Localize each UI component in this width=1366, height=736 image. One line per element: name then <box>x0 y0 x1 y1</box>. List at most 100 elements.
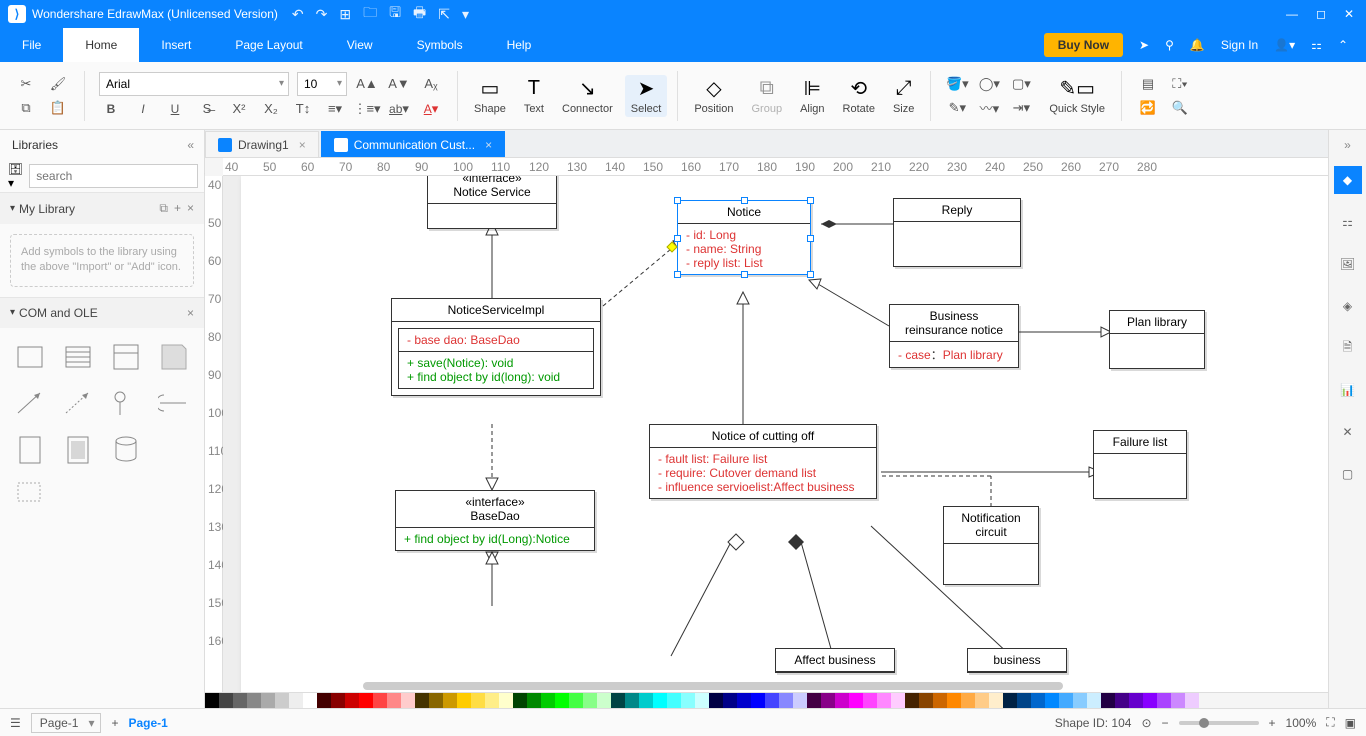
canvas[interactable]: «interface»Notice Service NoticeServiceI… <box>223 176 1328 692</box>
rt-image-icon[interactable]: 🖼 <box>1334 250 1362 278</box>
fullscreen-icon[interactable]: ▣ <box>1345 716 1356 730</box>
color-swatch[interactable] <box>541 693 555 708</box>
color-swatch[interactable] <box>583 693 597 708</box>
bold-button[interactable]: B <box>99 98 123 120</box>
color-swatch[interactable] <box>891 693 905 708</box>
color-swatch[interactable] <box>807 693 821 708</box>
save-icon[interactable]: 🖫 <box>389 2 401 26</box>
text-tool[interactable]: TText <box>518 75 550 117</box>
color-swatch[interactable] <box>289 693 303 708</box>
doc-tab-drawing1[interactable]: Drawing1× <box>205 131 319 157</box>
color-swatch[interactable] <box>919 693 933 708</box>
color-swatch[interactable] <box>1031 693 1045 708</box>
rt-shuffle-icon[interactable]: ✕ <box>1334 418 1362 446</box>
export-icon[interactable]: ⇱ <box>438 6 450 23</box>
zoom-slider[interactable] <box>1179 721 1259 725</box>
uml-plan-library[interactable]: Plan library <box>1109 310 1205 369</box>
add-page-icon[interactable]: + <box>111 716 118 730</box>
underline-button[interactable]: U <box>163 98 187 120</box>
print-icon[interactable]: 🖶 <box>413 2 426 26</box>
redo-icon[interactable]: ↷ <box>316 6 328 23</box>
rt-grid-icon[interactable]: ⚏ <box>1334 208 1362 236</box>
expand-right-icon[interactable]: » <box>1342 138 1354 152</box>
color-swatch[interactable] <box>905 693 919 708</box>
font-family-combo[interactable]: Arial▾ <box>99 72 289 96</box>
tab2-close-icon[interactable]: × <box>485 138 492 152</box>
quick-style-button[interactable]: ✎▭Quick Style <box>1043 75 1111 117</box>
color-swatch[interactable] <box>779 693 793 708</box>
import-icon[interactable]: ⧉ <box>159 201 168 216</box>
group-button[interactable]: ⧉Group <box>745 75 788 117</box>
shape-stripes[interactable] <box>58 338 98 376</box>
crop-icon[interactable]: ⛶▾ <box>1168 73 1192 95</box>
rotate-button[interactable]: ⟲Rotate <box>837 75 881 117</box>
color-swatch[interactable] <box>1157 693 1171 708</box>
paste-icon[interactable]: 📋 <box>46 97 70 119</box>
library-picker-icon[interactable]: 🗄▾ <box>8 165 23 187</box>
fit-page-icon[interactable]: ⛶ <box>1326 715 1334 730</box>
text-direction-icon[interactable]: T↕ <box>291 98 315 120</box>
color-swatch[interactable] <box>233 693 247 708</box>
color-swatch[interactable] <box>793 693 807 708</box>
circle-style-icon[interactable]: ◯▾ <box>977 73 1001 95</box>
layers-icon[interactable]: ▤ <box>1136 73 1160 95</box>
color-swatch[interactable] <box>961 693 975 708</box>
outline-icon[interactable]: ☰ <box>10 716 21 730</box>
page-surface[interactable]: «interface»Notice Service NoticeServiceI… <box>241 176 1328 692</box>
tab1-close-icon[interactable]: × <box>299 138 306 152</box>
uml-failure-list[interactable]: Failure list <box>1093 430 1187 499</box>
play-icon[interactable]: ⊙ <box>1141 716 1151 730</box>
color-swatch[interactable] <box>737 693 751 708</box>
color-swatch[interactable] <box>639 693 653 708</box>
italic-button[interactable]: I <box>131 98 155 120</box>
notify-icon[interactable]: 🔔 <box>1190 38 1205 52</box>
color-swatch[interactable] <box>695 693 709 708</box>
new-icon[interactable]: ⊞ <box>339 6 351 23</box>
shape-cylinder[interactable] <box>106 430 146 468</box>
uml-notification-circuit[interactable]: Notification circuit <box>943 506 1039 585</box>
color-swatch[interactable] <box>317 693 331 708</box>
menu-page-layout[interactable]: Page Layout <box>213 28 324 62</box>
shape-arrow[interactable] <box>10 384 50 422</box>
color-swatch[interactable] <box>975 693 989 708</box>
search-input[interactable] <box>29 164 198 188</box>
line-color-icon[interactable]: ✎▾ <box>945 97 969 119</box>
color-swatch[interactable] <box>1129 693 1143 708</box>
highlight-icon[interactable]: ab▾ <box>387 98 411 120</box>
size-button[interactable]: ⤢Size <box>887 75 920 117</box>
color-swatch[interactable] <box>1017 693 1031 708</box>
rt-theme-icon[interactable]: ◆ <box>1334 166 1362 194</box>
uml-affect-business[interactable]: Affect business <box>775 648 895 673</box>
cut-icon[interactable]: ✂ <box>14 73 38 95</box>
color-swatch[interactable] <box>1045 693 1059 708</box>
color-swatch[interactable] <box>373 693 387 708</box>
shape-lollipop[interactable] <box>106 384 146 422</box>
font-color-icon[interactable]: A▾ <box>419 98 443 120</box>
shape-selection[interactable] <box>10 476 50 514</box>
bullets-icon[interactable]: ⋮≡▾ <box>355 98 379 120</box>
clear-format-icon[interactable]: Aᵪ <box>419 73 443 95</box>
uml-notice-service[interactable]: «interface»Notice Service <box>427 176 557 229</box>
menu-help[interactable]: Help <box>485 28 554 62</box>
lib-close-icon[interactable]: × <box>187 201 194 216</box>
color-swatch[interactable] <box>681 693 695 708</box>
grow-font-icon[interactable]: A▲ <box>355 73 379 95</box>
color-swatch[interactable] <box>625 693 639 708</box>
superscript-button[interactable]: X² <box>227 98 251 120</box>
com-ole-section[interactable]: ▾COM and OLE× <box>0 297 204 328</box>
strike-button[interactable]: S̶ <box>195 98 219 120</box>
color-swatch[interactable] <box>345 693 359 708</box>
shape-table[interactable] <box>58 430 98 468</box>
menu-symbols[interactable]: Symbols <box>395 28 485 62</box>
zoom-out-icon[interactable]: − <box>1162 716 1169 730</box>
qat-more-icon[interactable]: ▾ <box>462 6 469 23</box>
fill-icon[interactable]: 🪣▾ <box>945 73 969 95</box>
color-swatch[interactable] <box>569 693 583 708</box>
align-button[interactable]: ⊫Align <box>794 75 830 117</box>
collapse-ribbon-icon[interactable]: ⌃ <box>1338 38 1348 52</box>
format-painter-icon[interactable]: 🖌 <box>46 73 70 95</box>
uml-base-dao[interactable]: «interface»BaseDao + find object by id(L… <box>395 490 595 551</box>
color-swatch[interactable] <box>947 693 961 708</box>
color-swatch[interactable] <box>1115 693 1129 708</box>
lib2-close-icon[interactable]: × <box>187 306 194 320</box>
